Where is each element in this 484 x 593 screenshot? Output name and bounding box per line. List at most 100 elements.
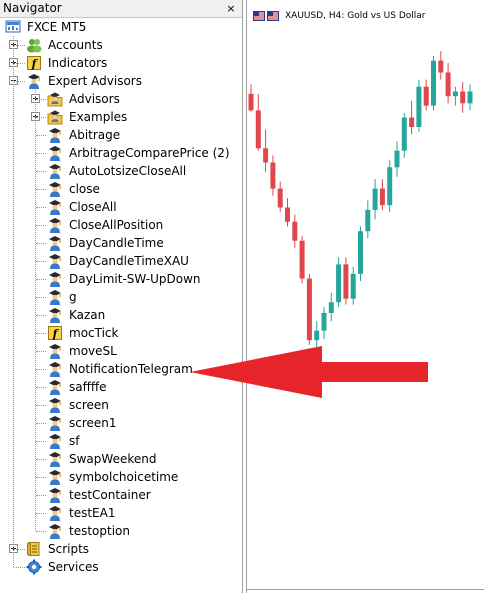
tree-item-label: DayCandleTime: [69, 236, 164, 250]
navigator-title: Navigator: [3, 1, 62, 15]
tree-item-label: Expert Advisors: [48, 74, 142, 88]
tree-item-label: ArbitrageComparePrice (2): [69, 146, 230, 160]
bull-candle: [467, 91, 473, 104]
tree-connector: [36, 405, 46, 406]
tree-item-label: testEA1: [69, 506, 116, 520]
expert-advisor-icon: [47, 415, 63, 431]
tree-connector: [13, 36, 14, 567]
tree-group-accounts[interactable]: Accounts: [0, 36, 242, 54]
tree-connector: [36, 207, 46, 208]
accounts-icon: [26, 37, 42, 53]
folder-expert-icon: [47, 109, 63, 125]
bear-candle: [277, 188, 283, 208]
tree-item-label: screen: [69, 398, 109, 412]
tree-item-label: g: [69, 290, 77, 304]
tree-item-label: NotificationTelegram: [69, 362, 193, 376]
bear-candle: [292, 221, 298, 241]
tree-item-label: Kazan: [69, 308, 106, 322]
bear-candle: [423, 86, 429, 106]
tree-group-scripts[interactable]: Scripts: [0, 540, 242, 558]
expert-advisor-icon: [47, 451, 63, 467]
expert-advisor-icon: [47, 271, 63, 287]
expert-advisor-icon: [47, 343, 63, 359]
bear-candle: [299, 240, 305, 279]
bull-candle: [452, 91, 458, 97]
bear-candle: [379, 188, 385, 206]
bear-candle: [438, 60, 444, 73]
expert-advisor-icon: [47, 181, 63, 197]
tree-group-services[interactable]: Services: [0, 558, 242, 576]
expert-advisor-icon: [47, 523, 63, 539]
expert-advisor-icon: [47, 145, 63, 161]
tree-item-label: screen1: [69, 416, 117, 430]
expert-advisor-icon: [47, 127, 63, 143]
tree-item-label: Services: [48, 560, 99, 574]
tree-item-label: DayCandleTimeXAU: [69, 254, 189, 268]
tree-connector: [36, 261, 46, 262]
tree-item-label: close: [69, 182, 100, 196]
tree-connector: [35, 90, 36, 531]
tree-connector: [36, 153, 46, 154]
bull-candle: [314, 330, 320, 341]
tree-item-label: testoption: [69, 524, 130, 538]
bear-candle: [306, 278, 312, 341]
tree-group-indicators[interactable]: f Indicators: [0, 54, 242, 72]
expert-advisor-icon: [47, 163, 63, 179]
tree-connector: [36, 495, 46, 496]
bear-candle: [263, 148, 269, 163]
bull-candle: [394, 150, 400, 168]
tree-connector: [36, 351, 46, 352]
tree-item-label: testContainer: [69, 488, 151, 502]
tree-item-label: AutoLotsizeCloseAll: [69, 164, 187, 178]
tree-item-label: DayLimit-SW-UpDown: [69, 272, 201, 286]
tree-connector: [36, 279, 46, 280]
expert-advisor-icon: [47, 235, 63, 251]
tree-connector: [36, 225, 46, 226]
bull-candle: [350, 273, 356, 299]
services-icon: [26, 559, 42, 575]
tree-connector: [36, 387, 46, 388]
tree-group-expert-advisors[interactable]: Expert Advisors: [0, 72, 242, 90]
expert-advisor-icon: [47, 199, 63, 215]
tree-connector: [36, 459, 46, 460]
tree-connector: [36, 513, 46, 514]
tree-connector: [14, 549, 25, 550]
chart-bottom-border: [246, 589, 484, 590]
tree-connector: [36, 117, 46, 118]
expert-advisor-icon: [47, 361, 63, 377]
folder-expert-icon: [47, 91, 63, 107]
bull-candle: [372, 188, 378, 210]
bear-candle: [343, 264, 349, 299]
bull-candle: [431, 60, 436, 106]
tree-item-label: symbolchoicetime: [69, 470, 179, 484]
tree-connector: [36, 135, 46, 136]
bull-candle: [416, 86, 422, 127]
navigator-title-bar: Navigator ×: [0, 0, 242, 18]
tree-connector: [14, 63, 25, 64]
expert-advisor-icon: [47, 217, 63, 233]
expert-advisor-icon: [47, 307, 63, 323]
tree-root-fxce-mt5[interactable]: FXCE MT5: [0, 18, 242, 36]
tree-item-label: saffffe: [69, 380, 107, 394]
expert-advisor-icon: [47, 505, 63, 521]
close-icon[interactable]: ×: [224, 0, 238, 17]
expert-advisor-icon: [26, 73, 42, 89]
tree-connector: [36, 477, 46, 478]
tree-connector: [14, 45, 25, 46]
indicator-icon: f: [26, 55, 42, 71]
expert-advisor-icon: [47, 397, 63, 413]
chart-window[interactable]: XAUUSD, H4: Gold vs US Dollar: [246, 0, 484, 593]
expert-advisor-icon: [47, 253, 63, 269]
tree-item-label: Accounts: [48, 38, 103, 52]
bear-candle: [460, 91, 466, 104]
tree-item-label: CloseAll: [69, 200, 117, 214]
expert-advisor-icon: [47, 289, 63, 305]
tree-connector: [36, 243, 46, 244]
expert-advisor-icon: [47, 379, 63, 395]
tree-connector: [36, 297, 46, 298]
tree-connector: [36, 315, 46, 316]
tree-item-label: Indicators: [48, 56, 108, 70]
bear-candle: [409, 117, 415, 127]
bear-candle: [270, 162, 276, 189]
tree-connector: [36, 531, 46, 532]
